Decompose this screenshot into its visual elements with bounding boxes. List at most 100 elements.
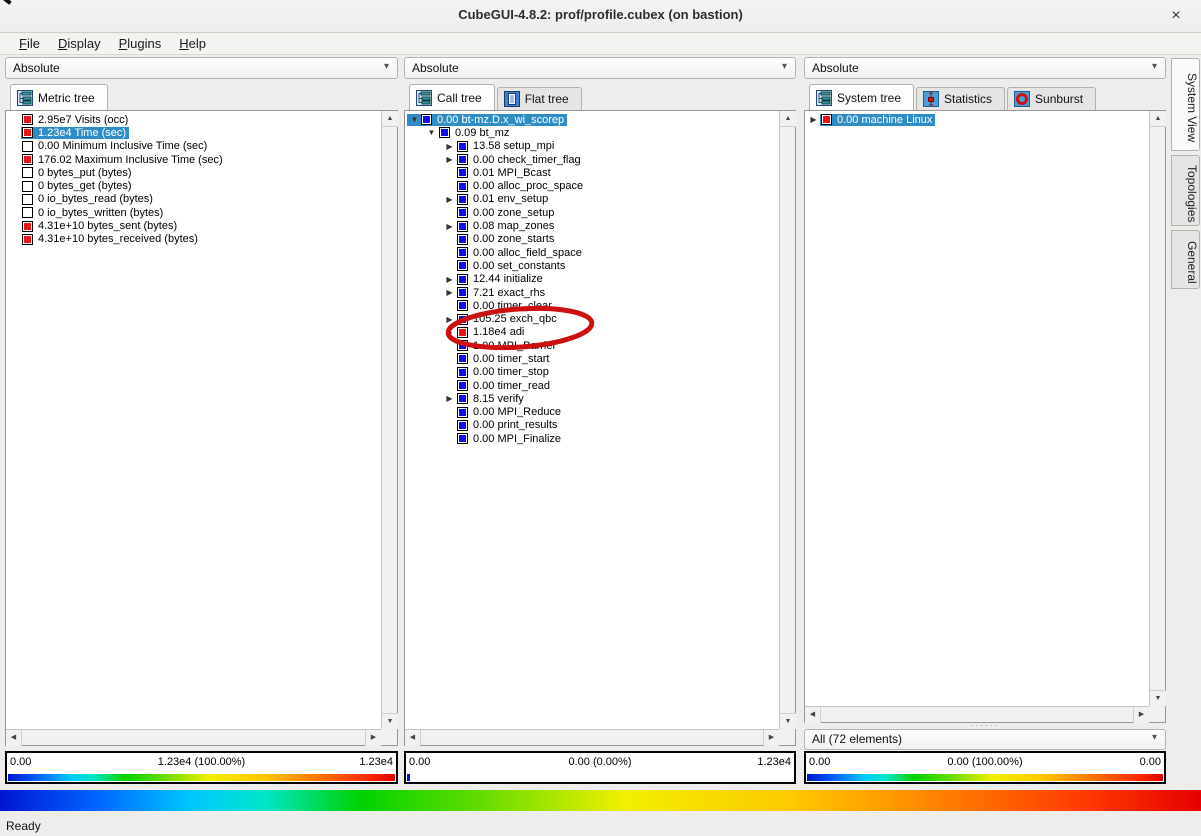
tree-item-body[interactable]: 0.09 bt_mz xyxy=(438,127,512,139)
expand-arrow-icon[interactable]: ▶ xyxy=(443,328,456,337)
tree-item-8-15-verify[interactable]: ▶8.15 verify xyxy=(443,392,779,405)
menu-help[interactable]: Help xyxy=(170,34,215,51)
tree-item-body[interactable]: 0 bytes_put (bytes) xyxy=(21,167,135,179)
tree-item-0-00-alloc-field-space[interactable]: 0.00 alloc_field_space xyxy=(443,246,779,259)
tree-item-body[interactable]: 0.00 check_timer_flag xyxy=(456,154,584,166)
scroll-right-icon[interactable]: ▶ xyxy=(763,730,779,746)
scroll-up-icon[interactable]: ▲ xyxy=(780,111,796,127)
tree-item-7-21-exact-rhs[interactable]: ▶7.21 exact_rhs xyxy=(443,286,779,299)
tree-item-body[interactable]: 0.01 MPI_Bcast xyxy=(456,167,554,179)
tree-item-body[interactable]: 0.00 timer_clear xyxy=(456,300,555,312)
tree-item-body[interactable]: 0 bytes_get (bytes) xyxy=(21,180,135,192)
tree-item-0-00-minimum-inclusive-time-sec-[interactable]: 0.00 Minimum Inclusive Time (sec) xyxy=(8,140,381,153)
tab-flat-tree[interactable]: Flat tree xyxy=(497,87,582,110)
tree-item-body[interactable]: 0.00 alloc_field_space xyxy=(456,247,585,259)
tree-item-0-bytes-get-bytes-[interactable]: 0 bytes_get (bytes) xyxy=(8,179,381,192)
tree-item-0-00-print-results[interactable]: 0.00 print_results xyxy=(443,419,779,432)
tree-item-body[interactable]: 0.00 alloc_proc_space xyxy=(456,180,586,192)
expand-arrow-icon[interactable]: ▶ xyxy=(443,142,456,151)
tree-item-body[interactable]: 176.02 Maximum Inclusive Time (sec) xyxy=(21,154,226,166)
system-value-mode-select[interactable]: Absolute ▾ xyxy=(804,57,1166,79)
call-value-mode-select[interactable]: Absolute ▾ xyxy=(404,57,796,79)
collapse-arrow-icon[interactable]: ▼ xyxy=(408,115,421,124)
expand-arrow-icon[interactable]: ▶ xyxy=(443,195,456,204)
tree-item-4-31e-10-bytes-received-bytes-[interactable]: 4.31e+10 bytes_received (bytes) xyxy=(8,233,381,246)
tree-item-body[interactable]: 0.00 print_results xyxy=(456,419,560,431)
tree-item-body[interactable]: 0 io_bytes_written (bytes) xyxy=(21,207,166,219)
scroll-down-icon[interactable]: ▼ xyxy=(1150,690,1166,706)
tree-item-0-00-mpi-reduce[interactable]: 0.00 MPI_Reduce xyxy=(443,406,779,419)
menu-display[interactable]: Display xyxy=(49,34,110,51)
tree-item-176-02-maximum-inclusive-time-sec-[interactable]: 176.02 Maximum Inclusive Time (sec) xyxy=(8,153,381,166)
system-vscrollbar[interactable]: ▲ ▼ xyxy=(1149,111,1165,706)
scroll-down-icon[interactable]: ▼ xyxy=(780,713,796,729)
metric-value-mode-select[interactable]: Absolute ▾ xyxy=(5,57,398,79)
tree-item-105-25-exch-qbc[interactable]: ▶105.25 exch_qbc xyxy=(443,312,779,325)
call-vscrollbar[interactable]: ▲ ▼ xyxy=(779,111,795,729)
tree-item-body[interactable]: 105.25 exch_qbc xyxy=(456,313,560,325)
tree-item-0-00-timer-clear[interactable]: 0.00 timer_clear xyxy=(443,299,779,312)
expand-arrow-icon[interactable]: ▶ xyxy=(443,155,456,164)
tree-item-0-00-set-constants[interactable]: 0.00 set_constants xyxy=(443,259,779,272)
tree-item-0-00-timer-stop[interactable]: 0.00 timer_stop xyxy=(443,366,779,379)
tree-item-0-bytes-put-bytes-[interactable]: 0 bytes_put (bytes) xyxy=(8,166,381,179)
side-tab-topologies[interactable]: Topologies xyxy=(1171,155,1200,226)
tree-item-body[interactable]: 0.00 Minimum Inclusive Time (sec) xyxy=(21,140,210,152)
scroll-left-icon[interactable]: ◀ xyxy=(405,730,421,746)
tree-item-body[interactable]: 13.58 setup_mpi xyxy=(456,140,557,152)
tree-item-body[interactable]: 0.01 env_setup xyxy=(456,193,551,205)
tree-item-1-00-mpi-barrier[interactable]: 1.00 MPI_Barrier xyxy=(443,339,779,352)
expand-arrow-icon[interactable]: ▶ xyxy=(807,115,820,124)
scroll-up-icon[interactable]: ▲ xyxy=(382,111,398,127)
tree-item-body[interactable]: 0.00 MPI_Finalize xyxy=(456,433,564,445)
scroll-right-icon[interactable]: ▶ xyxy=(1133,707,1149,723)
scroll-left-icon[interactable]: ◀ xyxy=(805,707,821,723)
tree-item-body[interactable]: 0.00 set_constants xyxy=(456,260,568,272)
tree-item-0-08-map-zones[interactable]: ▶0.08 map_zones xyxy=(443,219,779,232)
expand-arrow-icon[interactable]: ▶ xyxy=(443,222,456,231)
tree-item-body[interactable]: 8.15 verify xyxy=(456,393,527,405)
side-tab-system-view[interactable]: System View xyxy=(1171,58,1200,151)
tree-item-body[interactable]: 4.31e+10 bytes_sent (bytes) xyxy=(21,220,180,232)
tree-item-body[interactable]: 1.00 MPI_Barrier xyxy=(456,340,559,352)
expand-arrow-icon[interactable]: ▶ xyxy=(443,288,456,297)
tree-item-0-00-mpi-finalize[interactable]: 0.00 MPI_Finalize xyxy=(443,432,779,445)
tree-item-body[interactable]: 12.44 initialize xyxy=(456,273,546,285)
tree-item-2-95e7-visits-occ-[interactable]: 2.95e7 Visits (occ) xyxy=(8,113,381,126)
menu-file[interactable]: File xyxy=(10,34,49,51)
tree-item-0-01-mpi-bcast[interactable]: 0.01 MPI_Bcast xyxy=(443,166,779,179)
scroll-down-icon[interactable]: ▼ xyxy=(382,713,398,729)
scroll-right-icon[interactable]: ▶ xyxy=(365,730,381,746)
tree-item-body[interactable]: 2.95e7 Visits (occ) xyxy=(21,114,131,126)
collapse-arrow-icon[interactable]: ▼ xyxy=(425,128,438,137)
tab-call-tree[interactable]: Call tree xyxy=(409,84,495,110)
tree-item-0-00-machine-linux[interactable]: ▶0.00 machine Linux xyxy=(807,113,1149,126)
metric-hscrollbar[interactable]: ◀ ▶ xyxy=(6,729,381,745)
tree-item-0-00-zone-starts[interactable]: 0.00 zone_starts xyxy=(443,233,779,246)
tab-metric-tree[interactable]: Metric tree xyxy=(10,84,108,110)
tree-item-0-io-bytes-read-bytes-[interactable]: 0 io_bytes_read (bytes) xyxy=(8,193,381,206)
tree-item-0-09-bt-mz[interactable]: ▼0.09 bt_mz xyxy=(425,126,779,139)
menu-plugins[interactable]: Plugins xyxy=(110,34,171,51)
tree-item-body[interactable]: 1.23e4 Time (sec) xyxy=(21,127,129,139)
scroll-up-icon[interactable]: ▲ xyxy=(1150,111,1166,127)
tree-item-body[interactable]: 0.00 MPI_Reduce xyxy=(456,406,564,418)
tree-item-0-00-check-timer-flag[interactable]: ▶0.00 check_timer_flag xyxy=(443,153,779,166)
tree-item-0-01-env-setup[interactable]: ▶0.01 env_setup xyxy=(443,193,779,206)
side-tab-general[interactable]: General xyxy=(1171,230,1200,289)
scroll-left-icon[interactable]: ◀ xyxy=(6,730,22,746)
tree-item-13-58-setup-mpi[interactable]: ▶13.58 setup_mpi xyxy=(443,140,779,153)
tree-item-body[interactable]: 0.00 timer_stop xyxy=(456,366,552,378)
tree-item-body[interactable]: 0.00 machine Linux xyxy=(820,114,935,126)
tree-item-0-00-bt-mz-d-x-wi-scorep[interactable]: ▼0.00 bt-mz.D.x_wi_scorep xyxy=(407,113,779,126)
tree-item-body[interactable]: 1.18e4 adi xyxy=(456,326,527,338)
call-hscrollbar[interactable]: ◀ ▶ xyxy=(405,729,779,745)
system-filter-select[interactable]: All (72 elements) ▾ xyxy=(804,729,1166,750)
tree-item-body[interactable]: ▼0.00 bt-mz.D.x_wi_scorep xyxy=(407,114,567,126)
tree-item-12-44-initialize[interactable]: ▶12.44 initialize xyxy=(443,273,779,286)
tree-item-1-23e4-time-sec-[interactable]: 1.23e4 Time (sec) xyxy=(8,126,381,139)
tree-item-0-00-timer-read[interactable]: 0.00 timer_read xyxy=(443,379,779,392)
tab-statistics[interactable]: Statistics xyxy=(916,87,1005,110)
tab-sunburst[interactable]: Sunburst xyxy=(1007,87,1096,110)
expand-arrow-icon[interactable]: ▶ xyxy=(443,394,456,403)
